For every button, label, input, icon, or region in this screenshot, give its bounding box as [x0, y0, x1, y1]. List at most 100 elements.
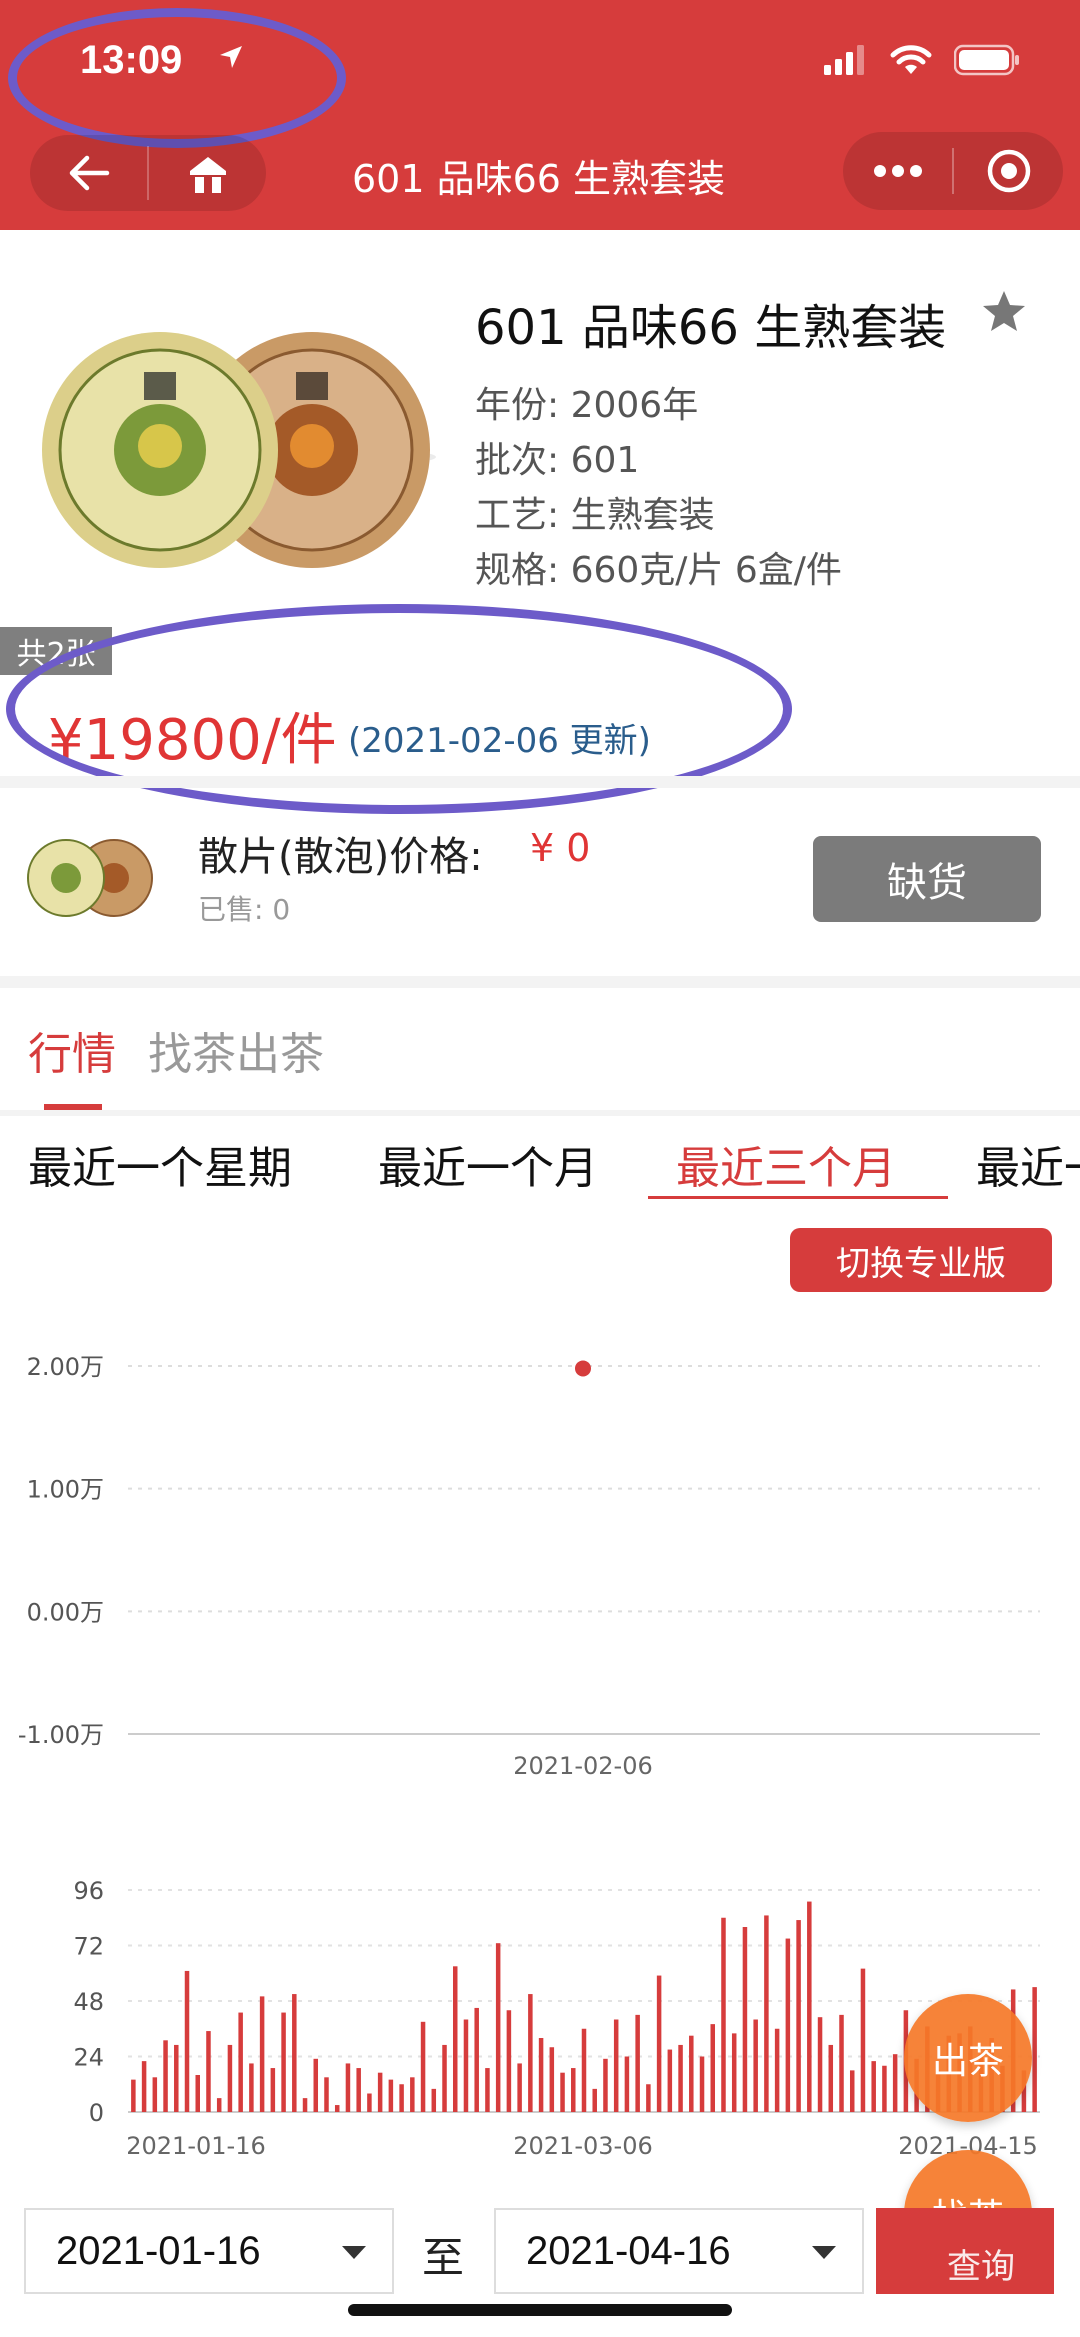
tab-market[interactable]: 行情: [28, 1018, 116, 1082]
volume-bar[interactable]: [195, 2075, 200, 2112]
volume-bar[interactable]: [785, 1938, 791, 2112]
volume-bar[interactable]: [292, 1994, 297, 2112]
volume-bar[interactable]: [635, 2014, 640, 2112]
period-one-week[interactable]: 最近一个星期: [28, 1132, 292, 1196]
volume-bar[interactable]: [388, 2079, 394, 2112]
volume-bar[interactable]: [442, 2044, 447, 2112]
volume-bar[interactable]: [892, 2054, 898, 2112]
volume-bar[interactable]: [313, 2058, 319, 2112]
end-date-picker[interactable]: 2021-04-16: [494, 2208, 864, 2294]
volume-bar[interactable]: [474, 2007, 479, 2112]
back-button[interactable]: [30, 135, 147, 211]
start-date-picker[interactable]: 2021-01-16: [24, 2208, 394, 2294]
volume-bar[interactable]: [206, 2031, 211, 2112]
product-image[interactable]: [40, 250, 460, 570]
volume-bar[interactable]: [839, 2014, 844, 2112]
volume-bar[interactable]: [356, 2068, 361, 2112]
volume-bar[interactable]: [753, 2019, 758, 2113]
volume-bar[interactable]: [742, 1927, 748, 2112]
volume-bar[interactable]: [828, 2044, 834, 2112]
volume-bar[interactable]: [452, 1966, 458, 2112]
status-icons: [824, 44, 1020, 76]
volume-bar[interactable]: [485, 2068, 490, 2112]
volume-bar[interactable]: [592, 2088, 597, 2112]
volume-bar[interactable]: [420, 2021, 426, 2112]
volume-bar[interactable]: [656, 1975, 662, 2112]
volume-bar[interactable]: [678, 2044, 683, 2112]
volume-bar[interactable]: [646, 2084, 651, 2112]
volume-bar[interactable]: [495, 1943, 501, 2112]
volume-bar[interactable]: [764, 1915, 769, 2112]
bulk-price-value: ¥ 0: [530, 826, 591, 870]
volume-bar[interactable]: [581, 2028, 587, 2112]
volume-bar[interactable]: [807, 1901, 812, 2112]
volume-bar[interactable]: [624, 2056, 630, 2113]
volume-bar[interactable]: [270, 2068, 276, 2112]
volume-bar[interactable]: [410, 2077, 415, 2112]
volume-bar[interactable]: [345, 2063, 351, 2112]
query-button[interactable]: 查询: [876, 2208, 1054, 2294]
switch-pro-button[interactable]: 切换专业版: [790, 1228, 1052, 1292]
tab-find-tea[interactable]: 找茶出茶: [148, 1018, 324, 1082]
price-chart: 2.00万 1.00万 0.00万 -1.00万 2021-02-06: [18, 1353, 1040, 1780]
price-point[interactable]: [575, 1360, 591, 1377]
volume-bar[interactable]: [603, 2058, 608, 2112]
volume-bar[interactable]: [721, 1917, 726, 2112]
volume-bar[interactable]: [774, 2028, 780, 2112]
volume-bar[interactable]: [731, 2033, 737, 2112]
volume-bar[interactable]: [141, 2061, 147, 2112]
volume-bar[interactable]: [281, 2012, 286, 2112]
volume-bar[interactable]: [302, 2098, 308, 2112]
volume-bar[interactable]: [324, 2077, 329, 2112]
volume-bar[interactable]: [549, 2047, 555, 2112]
volume-bar[interactable]: [882, 2065, 887, 2112]
volume-bar[interactable]: [431, 2088, 437, 2112]
more-button[interactable]: [843, 132, 952, 210]
product-year: 年份: 2006年: [475, 385, 699, 426]
volume-bar[interactable]: [560, 2072, 565, 2112]
volume-bar[interactable]: [216, 2098, 222, 2112]
volume-bar[interactable]: [571, 2068, 576, 2112]
favorite-star-icon[interactable]: [980, 288, 1028, 336]
period-one-month[interactable]: 最近一个月: [378, 1132, 598, 1196]
volume-bar[interactable]: [334, 2105, 340, 2112]
volume-bar[interactable]: [710, 2024, 716, 2112]
nav-bar: 13:09 601 品味66 生熟套装: [0, 0, 1080, 230]
volume-bar[interactable]: [796, 1920, 801, 2112]
period-three-months[interactable]: 最近三个月: [676, 1132, 896, 1196]
volume-bar[interactable]: [152, 2077, 158, 2112]
home-indicator: [348, 2304, 732, 2316]
volume-bar[interactable]: [506, 2010, 512, 2112]
price-x-tick-label: 2021-02-06: [513, 1752, 652, 1780]
volume-bar[interactable]: [377, 2072, 383, 2112]
out-of-stock-button[interactable]: 缺货: [813, 836, 1041, 922]
volume-bar[interactable]: [1032, 1987, 1037, 2112]
volume-bar[interactable]: [613, 2019, 619, 2113]
volume-bar[interactable]: [174, 2044, 179, 2112]
home-button[interactable]: [149, 135, 266, 211]
volume-bar[interactable]: [871, 2061, 876, 2112]
volume-bar[interactable]: [163, 2040, 168, 2112]
volume-bar[interactable]: [399, 2084, 404, 2112]
volume-bar[interactable]: [184, 1970, 190, 2112]
volume-bar[interactable]: [238, 2012, 243, 2112]
volume-bar[interactable]: [131, 2079, 136, 2112]
volume-bar[interactable]: [463, 2019, 469, 2113]
close-miniprogram-button[interactable]: [954, 132, 1063, 210]
volume-bar[interactable]: [860, 1968, 866, 2112]
volume-bar[interactable]: [699, 2056, 705, 2113]
volume-bar[interactable]: [249, 2063, 254, 2112]
volume-bar[interactable]: [259, 1996, 265, 2112]
sell-tea-fab[interactable]: 出茶: [904, 1994, 1032, 2122]
volume-bar[interactable]: [517, 2063, 522, 2112]
volume-bar[interactable]: [367, 2093, 372, 2113]
volume-bar[interactable]: [227, 2044, 233, 2112]
volume-bar[interactable]: [528, 1994, 533, 2112]
volume-bar[interactable]: [538, 2038, 544, 2112]
volume-x-tick-label: 2021-03-06: [513, 2132, 652, 2160]
volume-bar[interactable]: [849, 2070, 855, 2112]
period-more[interactable]: 最近一: [976, 1132, 1080, 1196]
volume-bar[interactable]: [667, 2049, 673, 2112]
volume-bar[interactable]: [817, 2017, 823, 2112]
volume-bar[interactable]: [689, 2035, 694, 2112]
